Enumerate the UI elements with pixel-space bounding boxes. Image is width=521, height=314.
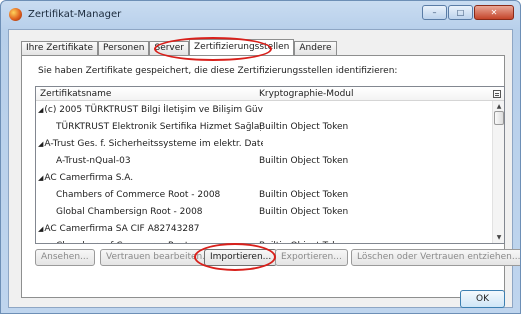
row-module: Builtin Object Token [259, 156, 349, 166]
row-name: TÜRKTRUST Elektronik Sertifika Hizmet Sa… [56, 119, 261, 136]
scroll-down-icon[interactable]: ▼ [494, 233, 504, 243]
title-bar[interactable]: Zertifikat-Manager – □ ✕ [1, 1, 520, 29]
close-button[interactable]: ✕ [474, 5, 514, 20]
row-name-text: A-Trust Ges. f. Sicherheitssysteme im el… [44, 139, 263, 149]
minimize-button[interactable]: – [422, 5, 447, 20]
row-name: Chambers of Commerce Root [56, 238, 261, 243]
row-name-text: (c) 2005 TÜRKTRUST Bilgi İletişim ve Bil… [44, 105, 263, 115]
scroll-thumb[interactable] [494, 111, 504, 125]
view-button[interactable]: Ansehen... [35, 249, 95, 266]
authorities-panel: Sie haben Zertifikate gespeichert, die d… [21, 55, 520, 298]
tab-authorities[interactable]: Zertifizierungsstellen [189, 39, 295, 55]
row-module: Builtin Object Token [259, 238, 348, 243]
row-module: Builtin Object Token [259, 190, 349, 200]
delete-distrust-button[interactable]: Löschen oder Vertrauen entziehen... [351, 249, 520, 266]
tree-rows: ◢(c) 2005 TÜRKTRUST Bilgi İletişim ve Bi… [36, 102, 494, 243]
row-name: ◢AC Camerfirma SA CIF A82743287 [38, 221, 263, 238]
tab-people[interactable]: Personen [98, 41, 150, 55]
certificate-manager-window: Zertifikat-Manager – □ ✕ Ihre Zertifikat… [0, 0, 521, 314]
tree-group-row[interactable]: ◢AC Camerfirma SA CIF A82743287 [36, 221, 494, 238]
dialog-client-area: Ihre Zertifikate Personen Server Zertifi… [8, 29, 520, 308]
expand-arrow-icon[interactable]: ◢ [38, 174, 43, 182]
tab-bar: Ihre Zertifikate Personen Server Zertifi… [21, 39, 337, 55]
row-name-text: Chambers of Commerce Root [56, 241, 188, 243]
row-name-text: AC Camerfirma S.A. [44, 173, 134, 183]
row-module: Builtin Object Token [259, 207, 349, 217]
row-name: Global Chambersign Root - 2008 [56, 204, 261, 221]
row-name-text: TÜRKTRUST Elektronik Sertifika Hizmet Sa… [56, 122, 261, 132]
tree-row[interactable]: TÜRKTRUST Elektronik Sertifika Hizmet Sa… [36, 119, 494, 136]
certificate-tree[interactable]: Zertifikatsname Kryptographie-Modul ◢(c)… [35, 86, 505, 244]
tree-row[interactable]: Chambers of Commerce Root - 2008 Builtin … [36, 187, 494, 204]
tab-your-certificates[interactable]: Ihre Zertifikate [21, 41, 98, 55]
tree-group-row[interactable]: ◢AC Camerfirma S.A. [36, 170, 494, 187]
row-name: ◢A-Trust Ges. f. Sicherheitssysteme im e… [38, 136, 263, 153]
tree-group-row[interactable]: ◢A-Trust Ges. f. Sicherheitssysteme im e… [36, 136, 494, 153]
column-header-module[interactable]: Kryptographie-Modul [259, 89, 354, 99]
row-module: Builtin Object Token [259, 122, 349, 132]
tree-row[interactable]: Chambers of Commerce Root Builtin Object … [36, 238, 494, 243]
vertical-scrollbar[interactable]: ▲ ▼ [492, 101, 504, 243]
row-name: Chambers of Commerce Root - 2008 [56, 187, 261, 204]
expand-arrow-icon[interactable]: ◢ [38, 106, 43, 114]
export-button[interactable]: Exportieren... [275, 249, 348, 266]
ok-button[interactable]: OK [460, 290, 505, 308]
row-name-text: AC Camerfirma SA CIF A82743287 [44, 224, 200, 234]
row-name-text: Chambers of Commerce Root - 2008 [56, 190, 221, 200]
tree-row[interactable]: Global Chambersign Root - 2008 Builtin Ob… [36, 204, 494, 221]
intro-text: Sie haben Zertifikate gespeichert, die d… [38, 66, 398, 76]
tree-row[interactable]: A-Trust-nQual-03 Builtin Object Token [36, 153, 494, 170]
expand-arrow-icon[interactable]: ◢ [38, 225, 43, 233]
row-name: ◢AC Camerfirma S.A. [38, 170, 263, 187]
row-name-text: A-Trust-nQual-03 [56, 156, 131, 166]
import-button[interactable]: Importieren... [204, 249, 278, 266]
row-name: A-Trust-nQual-03 [56, 153, 261, 170]
row-name: ◢(c) 2005 TÜRKTRUST Bilgi İletişim ve Bi… [38, 102, 263, 119]
tab-others[interactable]: Andere [294, 41, 337, 55]
column-picker-icon[interactable] [493, 90, 501, 98]
tab-servers[interactable]: Server [149, 41, 189, 55]
edit-trust-button[interactable]: Vertrauen bearbeiten... [100, 249, 217, 266]
tree-group-row[interactable]: ◢(c) 2005 TÜRKTRUST Bilgi İletişim ve Bi… [36, 102, 494, 119]
column-header-name[interactable]: Zertifikatsname [40, 89, 111, 99]
window-title: Zertifikat-Manager [28, 9, 122, 20]
maximize-button[interactable]: □ [448, 5, 473, 20]
tree-header: Zertifikatsname Kryptographie-Modul [36, 87, 504, 101]
expand-arrow-icon[interactable]: ◢ [38, 140, 43, 148]
row-name-text: Global Chambersign Root - 2008 [56, 207, 203, 217]
firefox-icon [9, 8, 22, 21]
